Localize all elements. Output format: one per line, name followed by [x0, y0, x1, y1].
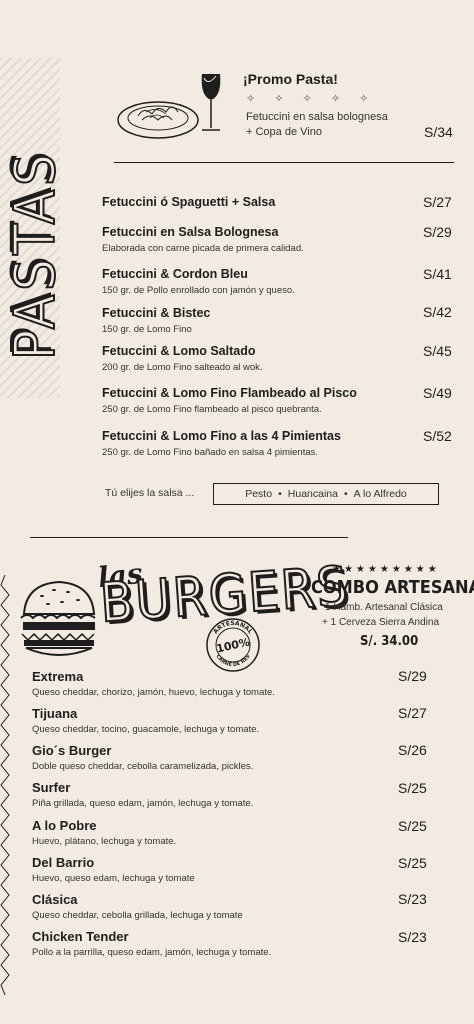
- sauce-options-box: Pesto • Huancaina • A lo Alfredo: [213, 483, 439, 505]
- item-price: S/49: [423, 385, 452, 401]
- item-name: Fetuccini ó Spaguetti + Salsa: [102, 195, 276, 209]
- pasta-item: Fetuccini & Lomo Fino Flambeado al Pisco…: [102, 386, 357, 415]
- item-description: Queso cheddar, cebolla grillada, lechuga…: [32, 910, 243, 921]
- item-name: Fetuccini & Lomo Fino Flambeado al Pisco: [102, 386, 357, 400]
- item-name: Fetuccini & Lomo Saltado: [102, 344, 256, 358]
- item-name: Surfer: [32, 780, 71, 795]
- burger-item: Extrema Queso cheddar, chorizo, jamón, h…: [32, 669, 275, 698]
- combo-price: S/. 34.00: [360, 634, 419, 649]
- section-divider: [30, 537, 348, 538]
- burger-item: A lo Pobre Huevo, plátano, lechuga y tom…: [32, 818, 176, 847]
- promo-desc-line: Fetuccini en salsa bolognesa: [246, 111, 388, 123]
- pastas-section-title: PASTAS: [2, 149, 69, 361]
- item-price: S/25: [398, 818, 427, 834]
- pasta-item: Fetuccini en Salsa Bolognesa Elaborada c…: [102, 225, 304, 254]
- item-description: 150 gr. de Pollo enrollado con jamón y q…: [102, 285, 295, 296]
- item-description: Elaborada con carne picada de primera ca…: [102, 243, 304, 254]
- sauce-separator: •: [278, 488, 282, 500]
- item-name: Fetuccini en Salsa Bolognesa: [102, 225, 279, 239]
- combo-line: 1 Hamb. Artesanal Clásica: [325, 602, 443, 613]
- item-price: S/41: [423, 266, 452, 282]
- pasta-item: Fetuccini ó Spaguetti + Salsa: [102, 195, 275, 209]
- item-name: Gio´s Burger: [32, 743, 112, 758]
- artisanal-badge: ARTESANAL CARNE DE RES 100%: [206, 618, 260, 672]
- item-name: Extrema: [32, 669, 84, 684]
- item-name: Fetuccini & Lomo Fino a las 4 Pimientas: [102, 429, 341, 443]
- promo-title: ¡Promo Pasta!: [243, 71, 338, 87]
- item-description: Pollo a la parrilla, queso edam, jamón, …: [32, 947, 272, 958]
- pasta-wine-illustration: [117, 74, 221, 139]
- item-description: Huevo, plátano, lechuga y tomate.: [32, 836, 177, 847]
- item-name: A lo Pobre: [32, 818, 97, 833]
- item-price: S/25: [398, 855, 427, 871]
- item-price: S/29: [423, 224, 452, 240]
- item-name: Fetuccini & Bistec: [102, 306, 211, 320]
- item-description: Queso cheddar, tocino, guacamole, lechug…: [32, 724, 260, 735]
- item-name: Tijuana: [32, 706, 78, 721]
- item-price: S/27: [423, 194, 452, 210]
- item-price: S/23: [398, 891, 427, 907]
- item-description: Huevo, queso edam, lechuga y tomate: [32, 873, 195, 884]
- item-price: S/23: [398, 929, 427, 945]
- item-description: Queso cheddar, chorizo, jamón, huevo, le…: [32, 687, 275, 698]
- item-price: S/42: [423, 304, 452, 320]
- burger-illustration: [20, 580, 96, 656]
- zigzag-border-decoration: [0, 575, 10, 995]
- pasta-item: Fetuccini & Bistec 150 gr. de Lomo Fino: [102, 306, 210, 335]
- item-description: 250 gr. de Lomo Fino bañado en salsa 4 p…: [102, 447, 319, 458]
- item-description: 200 gr. de Lomo Fino salteado al wok.: [102, 362, 263, 373]
- sauce-option: A lo Alfredo: [353, 488, 407, 500]
- item-price: S/45: [423, 343, 452, 359]
- pasta-item: Fetuccini & Cordon Bleu 150 gr. de Pollo…: [102, 267, 295, 296]
- promo-desc-line: + Copa de Vino: [246, 126, 322, 138]
- burger-item: Chicken Tender Pollo a la parrilla, ques…: [32, 929, 271, 958]
- burger-item: Gio´s Burger Doble queso cheddar, ceboll…: [32, 743, 253, 772]
- item-description: Piña grillada, queso edam, jamón, lechug…: [32, 798, 254, 809]
- item-price: S/25: [398, 780, 427, 796]
- combo-line: + 1 Cerveza Sierra Andina: [322, 617, 440, 628]
- item-price: S/52: [423, 428, 452, 444]
- burger-item: Clásica Queso cheddar, cebolla grillada,…: [32, 892, 243, 921]
- item-description: 250 gr. de Lomo Fino flambeado al pisco …: [102, 404, 322, 415]
- promo-price: S/34: [424, 124, 453, 140]
- item-name: Chicken Tender: [32, 929, 129, 944]
- pastas-title-text: PASTAS: [2, 149, 69, 361]
- item-description: 150 gr. de Lomo Fino: [102, 324, 192, 335]
- item-price: S/29: [398, 668, 427, 684]
- sauce-choice-label: Tú elijes la salsa ...: [105, 487, 195, 499]
- promo-divider: [114, 162, 454, 163]
- sauce-option: Huancaina: [287, 488, 338, 500]
- item-price: S/27: [398, 705, 427, 721]
- burger-item: Del Barrio Huevo, queso edam, lechuga y …: [32, 855, 195, 884]
- combo-title: COMBO ARTESANAL: [311, 577, 474, 598]
- item-description: Doble queso cheddar, cebolla caramelizad…: [32, 761, 254, 772]
- promo-description: Fetuccini en salsa bolognesa + Copa de V…: [246, 110, 388, 140]
- burger-item: Tijuana Queso cheddar, tocino, guacamole…: [32, 706, 259, 735]
- burger-item: Surfer Piña grillada, queso edam, jamón,…: [32, 780, 253, 809]
- sauce-separator: •: [343, 488, 348, 500]
- combo-stars: ★★★★★★★★★: [332, 564, 440, 575]
- item-name: Clásica: [32, 892, 78, 907]
- pasta-item: Fetuccini & Lomo Saltado 200 gr. de Lomo…: [102, 344, 263, 373]
- sauce-option: Pesto: [245, 488, 273, 500]
- item-name: Del Barrio: [32, 855, 95, 870]
- promo-stars: ✧ ✧ ✧ ✧ ✧: [246, 93, 377, 105]
- item-name: Fetuccini & Cordon Bleu: [102, 267, 248, 281]
- item-price: S/26: [398, 742, 427, 758]
- pasta-item: Fetuccini & Lomo Fino a las 4 Pimientas …: [102, 429, 341, 458]
